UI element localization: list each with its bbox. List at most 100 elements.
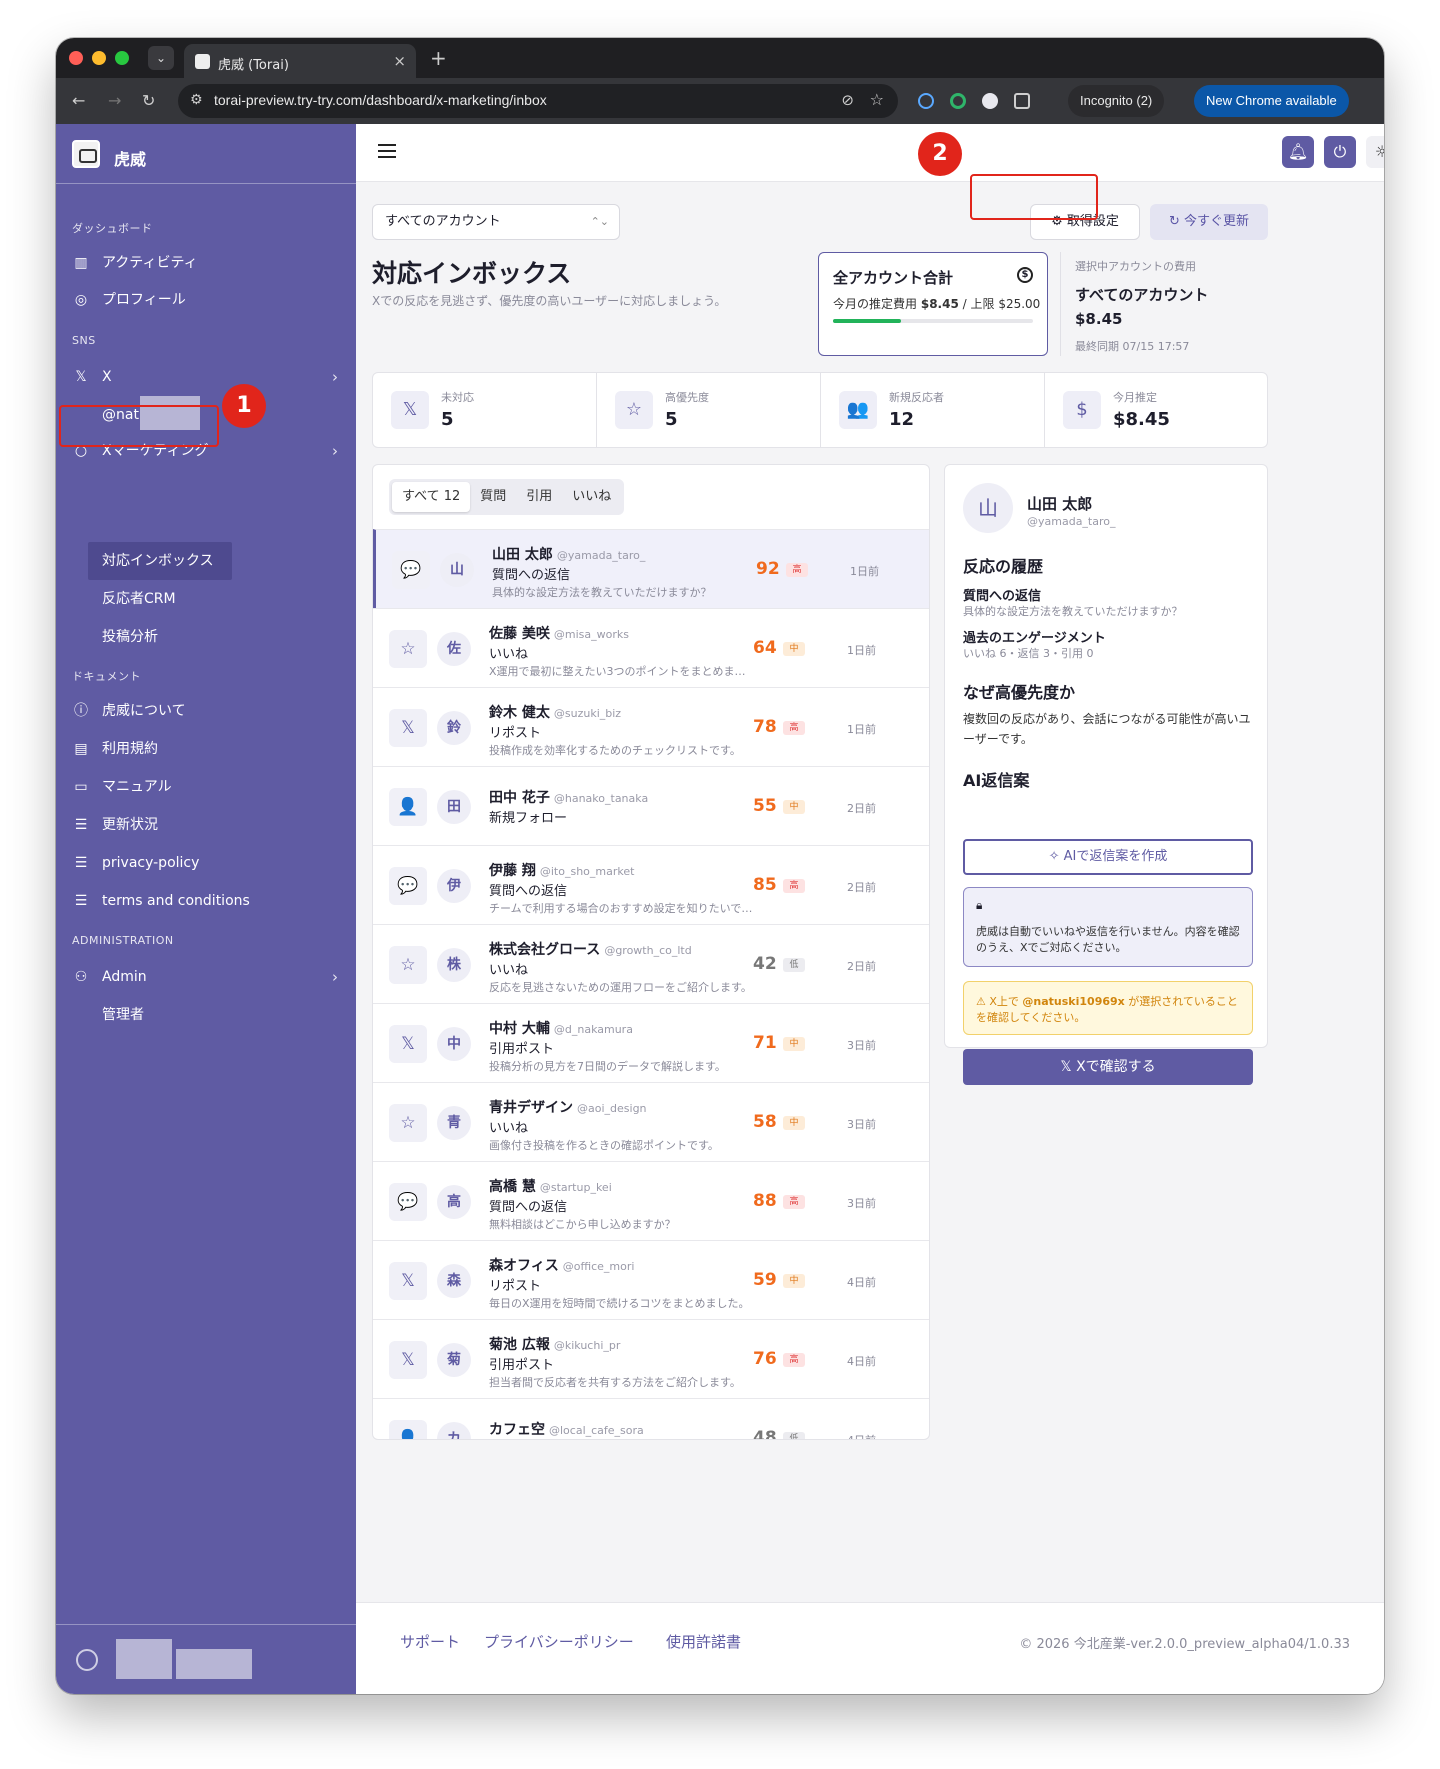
filter-quote[interactable]: 引用 xyxy=(516,482,562,512)
browser-tab[interactable]: 虎威 (Torai) × xyxy=(184,44,416,78)
row-name: 高橋 慧 @startup_kei xyxy=(489,1176,612,1196)
brand[interactable]: 虎威 xyxy=(56,124,356,184)
row-score: 42 xyxy=(753,953,777,974)
stat-value: 5 xyxy=(665,409,678,430)
avatar: 鈴 xyxy=(437,710,471,745)
row-name: 田中 花子 @hanako_tanaka xyxy=(489,787,648,807)
extension-profile-icon[interactable] xyxy=(982,93,998,109)
priority-badge: 高 xyxy=(783,878,805,893)
footer-privacy-link[interactable]: プライバシーポリシー xyxy=(484,1631,634,1652)
sidebar-item-x[interactable]: 𝕏 X › xyxy=(72,364,342,390)
avatar xyxy=(76,1649,98,1671)
inbox-row[interactable]: 💬 伊伊藤 翔 @ito_sho_market 質問への返信 チームで利用する場合のおす… xyxy=(373,845,929,924)
cost-title: 全アカウント合計 xyxy=(833,269,954,287)
sidebar-item-analytics[interactable]: 投稿分析 xyxy=(102,624,158,650)
sidebar-item-label: Admin xyxy=(102,969,147,985)
bell-icon[interactable]: 🔔︎ xyxy=(1282,136,1314,168)
site-info-icon[interactable]: ⚙ xyxy=(190,92,203,108)
row-time: 1日前 xyxy=(847,643,876,657)
row-name: 菊池 広報 @kikuchi_pr xyxy=(489,1334,620,1354)
back-icon[interactable]: ← xyxy=(72,91,85,110)
tab-title: 虎威 (Torai) xyxy=(218,58,289,73)
row-name: 鈴木 健太 @suzuki_biz xyxy=(489,702,621,722)
inbox-row[interactable]: 𝕏 鈴鈴木 健太 @suzuki_biz リポスト 投稿作成を効率化するためのチェックリ… xyxy=(373,687,929,766)
address-bar[interactable]: ⚙ torai-preview.try-try.com/dashboard/x-… xyxy=(178,84,898,118)
new-tab-button[interactable]: + xyxy=(430,46,447,70)
sidebar-item-changelog[interactable]: ☰ 更新状況 xyxy=(72,812,342,838)
url-text[interactable]: torai-preview.try-try.com/dashboard/x-ma… xyxy=(214,92,547,108)
row-handle: @suzuki_biz xyxy=(553,707,622,720)
sidebar-item-profile[interactable]: ◎ プロフィール xyxy=(72,287,342,313)
book-icon: ▭ xyxy=(74,779,88,795)
extension-react-icon[interactable] xyxy=(918,93,934,109)
refresh-now-button[interactable]: ↻ 今すぐ更新 xyxy=(1150,204,1268,240)
sidebar-item-about[interactable]: ⓘ 虎威について xyxy=(72,698,342,724)
inbox-row[interactable]: 💬 高高橋 慧 @startup_kei 質問への返信 無料相談はどこから申し込めますか… xyxy=(373,1161,929,1240)
power-icon[interactable]: ⏻ xyxy=(1324,136,1356,168)
inbox-row[interactable]: ☆ 株株式会社グロース @growth_co_ltd いいね 反応を見逃さないための運用… xyxy=(373,924,929,1003)
refresh-now-label: 今すぐ更新 xyxy=(1184,214,1250,229)
minimize-window-icon[interactable] xyxy=(92,51,106,65)
maximize-window-icon[interactable] xyxy=(115,51,129,65)
sidebar-item-admin[interactable]: ⚇ Admin › xyxy=(72,964,342,990)
row-score: 85 xyxy=(753,874,777,895)
sidebar-item-manual[interactable]: ▭ マニュアル xyxy=(72,774,342,800)
footer-license-link[interactable]: 使用許諾書 xyxy=(666,1631,741,1652)
sidebar-item-conditions[interactable]: ☰ terms and conditions xyxy=(72,888,342,914)
warning-box: ⚠ X上で @natuski10969x が選択されていることを確認してください… xyxy=(963,981,1253,1035)
inbox-row[interactable]: 💬 山山田 太郎 @yamada_taro_ 質問への返信 具体的な設定方法を教えていた… xyxy=(373,529,929,608)
priority-badge: 高 xyxy=(783,1194,805,1209)
inbox-row[interactable]: ☆ 佐佐藤 美咲 @misa_works いいね X運用で最初に整えたい3つのポイントを… xyxy=(373,608,929,687)
refresh-icon: ↻ xyxy=(1168,214,1184,229)
row-score: 58 xyxy=(753,1111,777,1132)
ai-reply-label: AIで返信案を作成 xyxy=(1063,849,1168,864)
row-handle: @hanako_tanaka xyxy=(553,792,649,805)
tab-search-chevron-icon[interactable]: ⌄ xyxy=(148,46,174,70)
x-logo-icon: 𝕏 xyxy=(389,1261,427,1300)
confirm-on-x-button[interactable]: 𝕏 Xで確認する xyxy=(963,1049,1253,1085)
inbox-row[interactable]: 𝕏 中中村 大輔 @d_nakamura 引用ポスト 投稿分析の見方を7日間のデータで解… xyxy=(373,1003,929,1082)
filter-question[interactable]: 質問 xyxy=(470,482,516,512)
menu-icon[interactable] xyxy=(378,144,396,158)
why-title: なぜ高優先度か xyxy=(963,683,1076,702)
star-icon: ☆ xyxy=(389,945,427,984)
inbox-row[interactable]: ☆ 青 青井デザイン @aoi_design いいね 画像付き投稿を作るときの確認ポイント… xyxy=(373,1082,929,1161)
cost-card: 全アカウント合計 $ 今月の推定費用 $8.45 / 上限 $25.00 xyxy=(818,252,1048,356)
bookmark-star-icon[interactable]: ☆ xyxy=(870,90,884,109)
sidebar-item-label: terms and conditions xyxy=(102,893,250,909)
inbox-row[interactable]: 𝕏 菊菊池 広報 @kikuchi_pr 引用ポスト 担当者間で反応者を共有する方法をご… xyxy=(373,1319,929,1398)
theme-sun-icon[interactable]: ☼ xyxy=(1366,136,1384,168)
eye-off-icon[interactable]: ⊘ xyxy=(841,91,854,109)
sidebar-item-crm[interactable]: 反応者CRM xyxy=(102,586,176,612)
filter-all[interactable]: すべて 12 xyxy=(392,482,471,512)
account-select[interactable]: すべてのアカウント ⌃⌄ xyxy=(372,204,620,240)
reload-icon[interactable]: ↻ xyxy=(142,91,155,110)
sidebar-item-terms[interactable]: ▤ 利用規約 xyxy=(72,736,342,762)
inbox-row[interactable]: 👤 田田中 花子 @hanako_tanaka 新規フォロー 55 中 2日前 xyxy=(373,766,929,845)
extensions-puzzle-icon[interactable] xyxy=(1014,93,1030,109)
annotation-number-2: 2 xyxy=(918,132,962,176)
row-type: いいね xyxy=(489,647,529,662)
footer-support-link[interactable]: サポート xyxy=(400,1631,460,1652)
sidebar-item-activity[interactable]: ▥ アクティビティ xyxy=(72,250,342,276)
inbox-row[interactable]: 👤 カ カフェ空 @local_cafe_sora 新規フォロー 48 低 4日前 xyxy=(373,1398,929,1439)
selected-amount: $8.45 xyxy=(1075,310,1123,328)
row-time: 1日前 xyxy=(850,564,879,578)
forward-icon[interactable]: → xyxy=(108,91,121,110)
update-chrome-button[interactable]: New Chrome available xyxy=(1194,85,1349,117)
incognito-indicator[interactable]: Incognito (2) xyxy=(1068,85,1165,117)
close-window-icon[interactable] xyxy=(69,51,83,65)
notice-box: 🔒︎ 虎威は自動でいいねや返信を行いません。内容を確認のうえ、Xでご対応ください… xyxy=(963,887,1253,967)
avatar: 高 xyxy=(437,1184,471,1219)
filter-like[interactable]: いいね xyxy=(562,482,621,512)
ai-reply-button[interactable]: ✧ AIで返信案を作成 xyxy=(963,839,1253,875)
user-footer[interactable] xyxy=(56,1624,356,1694)
close-tab-icon[interactable]: × xyxy=(393,52,406,70)
sidebar-item-inbox[interactable]: 対応インボックス xyxy=(102,548,214,574)
sidebar-item-admin-sub[interactable]: 管理者 xyxy=(102,1002,144,1028)
warning-triangle-icon: ⚠ xyxy=(976,995,990,1008)
inbox-row[interactable]: 𝕏 森森オフィス @office_mori リポスト 毎日のX運用を短時間で続けるコツを… xyxy=(373,1240,929,1319)
extension-green-icon[interactable] xyxy=(950,93,966,109)
row-name-text: 株式会社グロース xyxy=(489,942,601,958)
sidebar-item-privacy[interactable]: ☰ privacy-policy xyxy=(72,850,342,876)
